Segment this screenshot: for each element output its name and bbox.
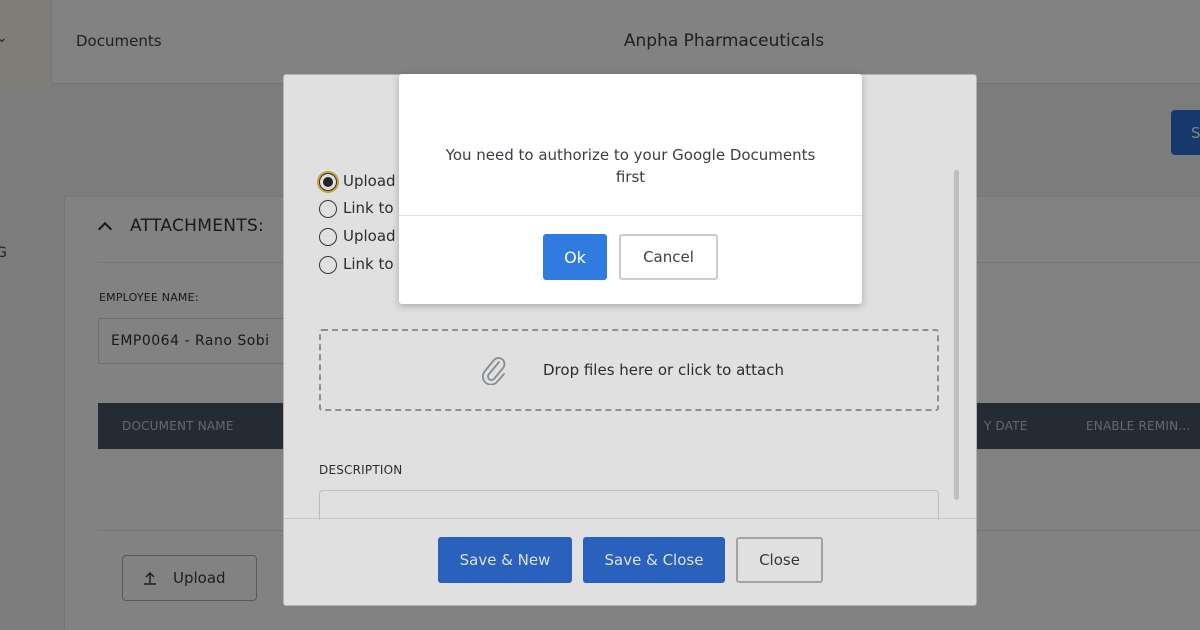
ok-button[interactable]: Ok <box>543 234 607 280</box>
dialog-message: You need to authorize to your Google Doc… <box>445 146 816 186</box>
authorize-dialog: You need to authorize to your Google Doc… <box>399 74 862 304</box>
dialog-divider <box>399 215 862 216</box>
cancel-button[interactable]: Cancel <box>619 234 718 280</box>
